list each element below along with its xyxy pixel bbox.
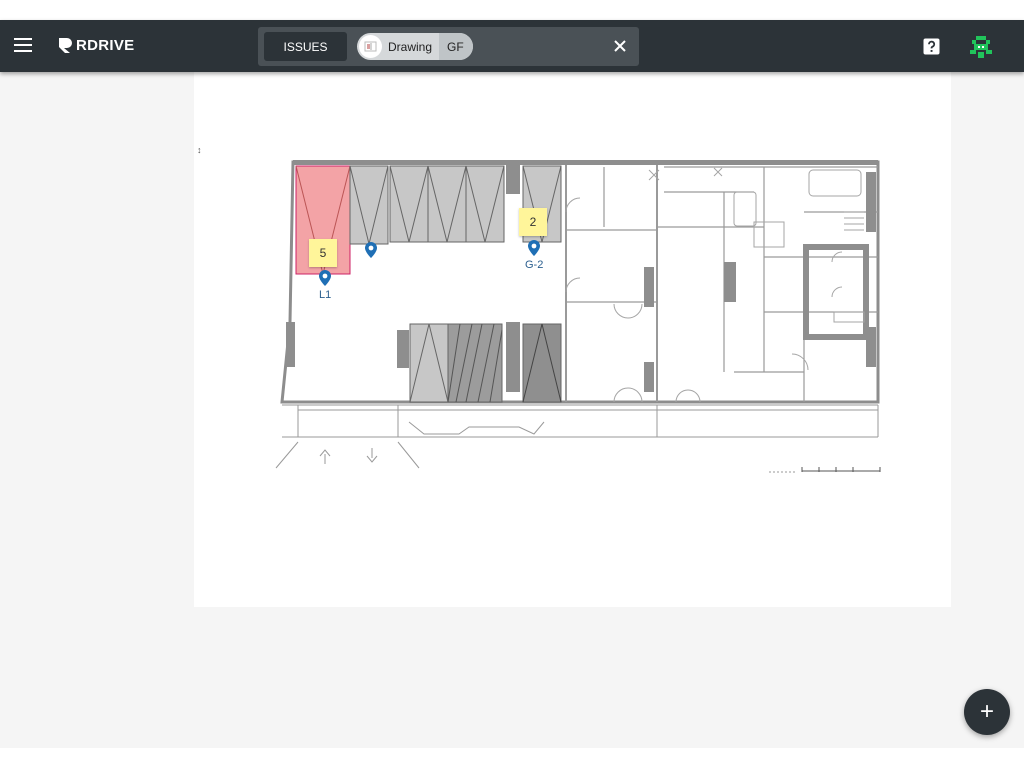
- pixel-avatar-icon[interactable]: [968, 34, 994, 60]
- issues-button[interactable]: ISSUES: [264, 32, 347, 61]
- drawing-label: Drawing: [388, 39, 433, 54]
- location-pin-icon[interactable]: [318, 270, 332, 286]
- brand-logo[interactable]: RDRIVE: [56, 36, 134, 54]
- floor-plan[interactable]: [194, 72, 951, 607]
- issue-count-note[interactable]: 2: [519, 208, 547, 236]
- pin-label: L1: [319, 289, 332, 301]
- level-label: GF: [439, 33, 473, 60]
- location-pin-icon[interactable]: [527, 240, 541, 256]
- brand-name: RDRIVE: [76, 36, 135, 54]
- location-pin-icon[interactable]: [364, 242, 378, 258]
- hamburger-icon[interactable]: [14, 38, 32, 54]
- add-button[interactable]: +: [964, 689, 1010, 735]
- brand-mark-icon: [59, 38, 72, 53]
- drawing-sheet[interactable]: [194, 72, 951, 607]
- context-bar: ISSUES Drawing GF: [258, 27, 639, 66]
- sheet-corner-icon: ↕: [197, 145, 202, 155]
- drawing-thumbnail-icon: [359, 35, 382, 58]
- help-icon[interactable]: [923, 38, 940, 55]
- top-app-bar: RDRIVE ISSUES Drawing GF: [0, 20, 1024, 72]
- close-icon[interactable]: [613, 39, 627, 53]
- drawing-chip[interactable]: Drawing GF: [357, 33, 473, 60]
- pin-label: G-2: [525, 259, 544, 271]
- drawing-workspace[interactable]: ↕ 5 L1 2 G-2: [0, 72, 1024, 748]
- issue-count-note[interactable]: 5: [309, 239, 337, 267]
